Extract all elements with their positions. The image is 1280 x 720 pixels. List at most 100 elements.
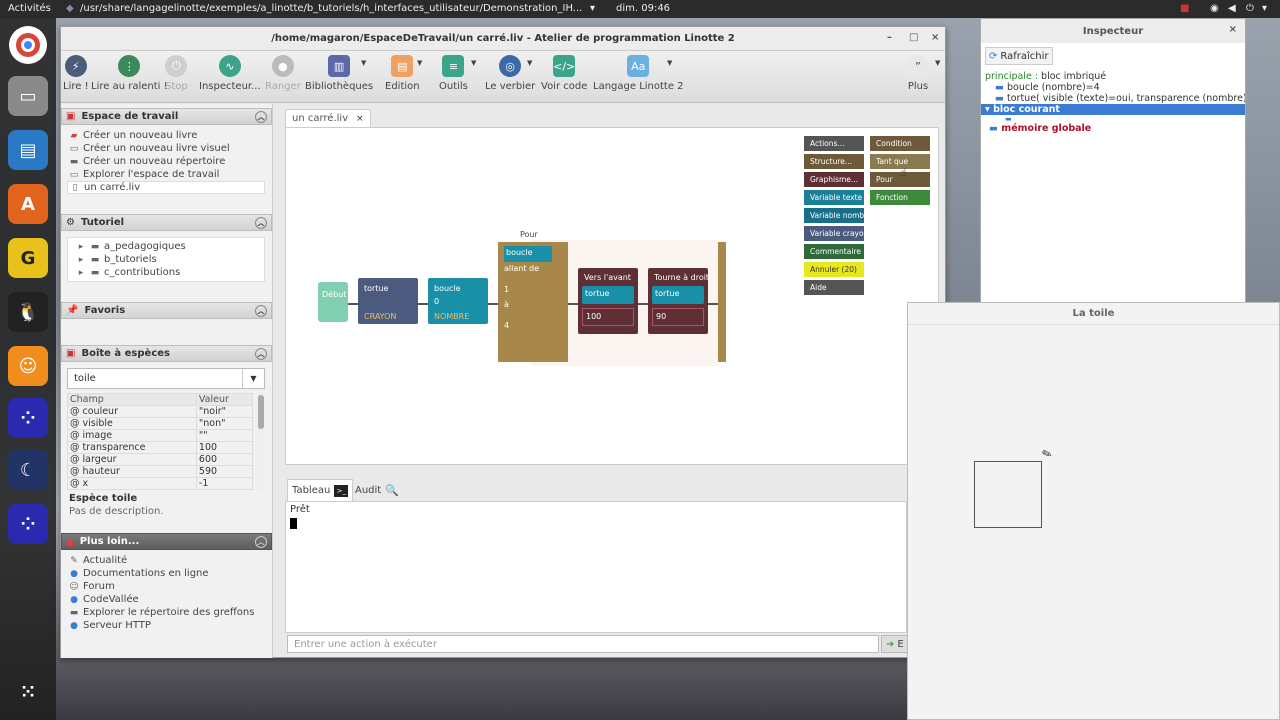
palette-commentaire[interactable]: Commentaire [804,244,864,259]
expand-icon[interactable]: ▸ [76,268,86,278]
chevron-down-icon[interactable]: ▾ [985,104,993,115]
table-row[interactable]: @ largeur 600 [67,453,254,466]
palette-actions[interactable]: Actions... [804,136,864,151]
refresh-button[interactable]: ⟳ Rafraîchir [985,47,1053,65]
palette-graphisme[interactable]: Graphisme... [804,172,864,187]
collapse-icon[interactable]: ︿ [255,536,267,548]
chevron-down-icon[interactable]: ▼ [417,59,422,67]
tree-item-bloc-courant[interactable]: ▾ bloc courant [981,104,1245,115]
palette-var-texte[interactable]: Variable texte [804,190,864,205]
record-icon[interactable]: ■ [1180,3,1189,14]
activities-button[interactable]: Activités [8,3,51,14]
pour-from-slot[interactable]: 1 [504,285,562,294]
software-center-icon[interactable]: A [8,184,48,224]
favoris-header[interactable]: 📌 Favoris ︿ [61,302,272,319]
palette-annuler[interactable]: Annuler (20) [804,262,864,277]
scratch-icon[interactable]: ☺ [8,346,48,386]
pour-to-slot[interactable]: 4 [504,321,562,330]
palette-condition[interactable]: Condition [870,136,930,151]
palette-structure[interactable]: Structure... [804,154,864,169]
boucle-block[interactable]: boucle 0 NOMBRE [428,278,488,324]
droite-block[interactable]: Tourne à droite tortue 90 [648,268,708,334]
action-input[interactable]: Entrer une action à exécuter [287,635,879,653]
arrange-button[interactable]: ● Ranger [265,55,301,92]
expand-icon[interactable]: ▸ [76,242,86,252]
scrollbar[interactable] [257,393,265,491]
clock[interactable]: dim. 09:46 [616,3,670,14]
tree-item-boucle[interactable]: ▬ boucle (nombre)=4 [985,82,1241,93]
espece-select[interactable]: toile ▼ [67,368,265,389]
pour-variable-slot[interactable]: boucle [504,246,552,262]
table-row[interactable]: @ couleur "noir" [67,405,254,418]
stop-button[interactable]: ⏻ Stop [165,55,188,92]
more-button[interactable]: ” Plus [907,55,929,92]
plusloin-header[interactable]: ▲ Plus loin... ︿ [61,533,272,550]
table-row[interactable]: @ image "" [67,429,254,442]
tortue-block[interactable]: tortue CRAYON [358,278,418,324]
close-icon[interactable]: × [356,114,364,124]
maximize-icon[interactable]: □ [909,32,918,43]
col-champ[interactable]: Champ [67,393,197,406]
table-row[interactable]: @ transparence 100 [67,441,254,454]
geogebra-icon[interactable]: G [8,238,48,278]
collapse-icon[interactable]: ︿ [255,217,267,229]
chevron-down-icon[interactable]: ▾ [590,3,595,14]
tree-item-principale[interactable]: principale : bloc imbriqué [985,71,1241,82]
chevron-down-icon[interactable]: ▼ [242,369,264,388]
collapse-icon[interactable]: ︿ [255,305,267,317]
chevron-down-icon[interactable]: ▼ [361,59,366,67]
palette-aide[interactable]: Aide [804,280,864,295]
expand-icon[interactable]: ▸ [76,255,86,265]
tree-item-tortue[interactable]: ▬ tortue( visible (texte)=oui, transpare… [985,93,1245,104]
edition-button[interactable]: ▤ Edition [385,55,420,92]
night-sky-icon[interactable]: ☾ [8,450,48,490]
chevron-down-icon[interactable]: ▼ [471,59,476,67]
tab-tableau[interactable]: Tableau >_ [287,479,354,501]
avant-block[interactable]: Vers l'avant tortue 100 [578,268,638,334]
chevron-down-icon[interactable]: ▼ [667,59,672,67]
read-button[interactable]: ⚡ Lire ! [63,55,89,92]
scrollbar-thumb[interactable] [258,395,264,429]
wifi-icon[interactable]: ◉ [1210,3,1219,14]
read-slow-button[interactable]: ⋮ Lire au ralenti ! [91,55,168,92]
tree-item-c_contributions[interactable]: ▸ ▬ c_contributions [68,266,264,279]
collapse-icon[interactable]: ︿ [255,111,267,123]
visual-canvas[interactable]: Pour Début tortue CRAYON boucle 0 NOMBRE… [285,127,939,465]
table-row[interactable]: @ visible "non" [67,417,254,430]
chevron-down-icon[interactable]: ▼ [935,59,940,67]
chevron-down-icon[interactable]: ▼ [527,59,532,67]
tree-item-memoire-globale[interactable]: ▬ mémoire globale [985,123,1241,134]
show-apps-icon[interactable]: ⁙ [8,672,48,712]
palette-var-crayon[interactable]: Variable crayon [804,226,868,241]
new-book-item[interactable]: ▰ Créer un nouveau livre [61,129,272,142]
collapse-icon[interactable]: ︿ [255,348,267,360]
explore-workspace-item[interactable]: ▭ Explorer l'espace de travail [61,168,272,181]
document-viewer-icon[interactable]: ▤ [8,130,48,170]
inspector-button[interactable]: ∿ Inspecteur... [199,55,261,92]
close-icon[interactable]: × [1229,24,1237,35]
file-item-un-carre[interactable]: ▯ un carré.liv [67,181,265,194]
chevron-down-icon[interactable]: ▾ [1262,3,1267,14]
view-code-button[interactable]: </> Voir code [541,55,587,92]
link-serveur-http[interactable]: ● Serveur HTTP [61,619,272,632]
table-row[interactable]: @ x -1 [67,477,254,490]
link-greffons[interactable]: ▬ Explorer le répertoire des greffons [61,606,272,619]
tab-un-carre[interactable]: un carré.liv × [285,109,371,127]
table-row[interactable]: @ hauteur 590 [67,465,254,478]
minimize-icon[interactable]: – [887,32,892,43]
debut-block[interactable]: Début [318,282,348,322]
col-valeur[interactable]: Valeur [195,393,254,406]
tab-audit[interactable]: Audit 🔍 [351,479,403,501]
volume-icon[interactable]: ◀ [1228,3,1236,14]
new-folder-item[interactable]: ▬ Créer un nouveau répertoire [61,155,272,168]
console-output[interactable]: Prêt [285,501,907,633]
palette-fonction[interactable]: Fonction [870,190,930,205]
link-forum[interactable]: ☺ Forum [61,580,272,593]
linotte-icon[interactable]: ⁘ [8,398,48,438]
tutoriel-header[interactable]: ⚙ Tutoriel ︿ [61,214,272,231]
tree-item-a_pedagogiques[interactable]: ▸ ▬ a_pedagogiques [68,240,264,253]
palette-var-nombre[interactable]: Variable nombre [804,208,872,223]
tools-button[interactable]: ≡ Outils [439,55,468,92]
files-icon[interactable]: ▭ [8,76,48,116]
new-visual-book-item[interactable]: ▭ Créer un nouveau livre visuel [61,142,272,155]
